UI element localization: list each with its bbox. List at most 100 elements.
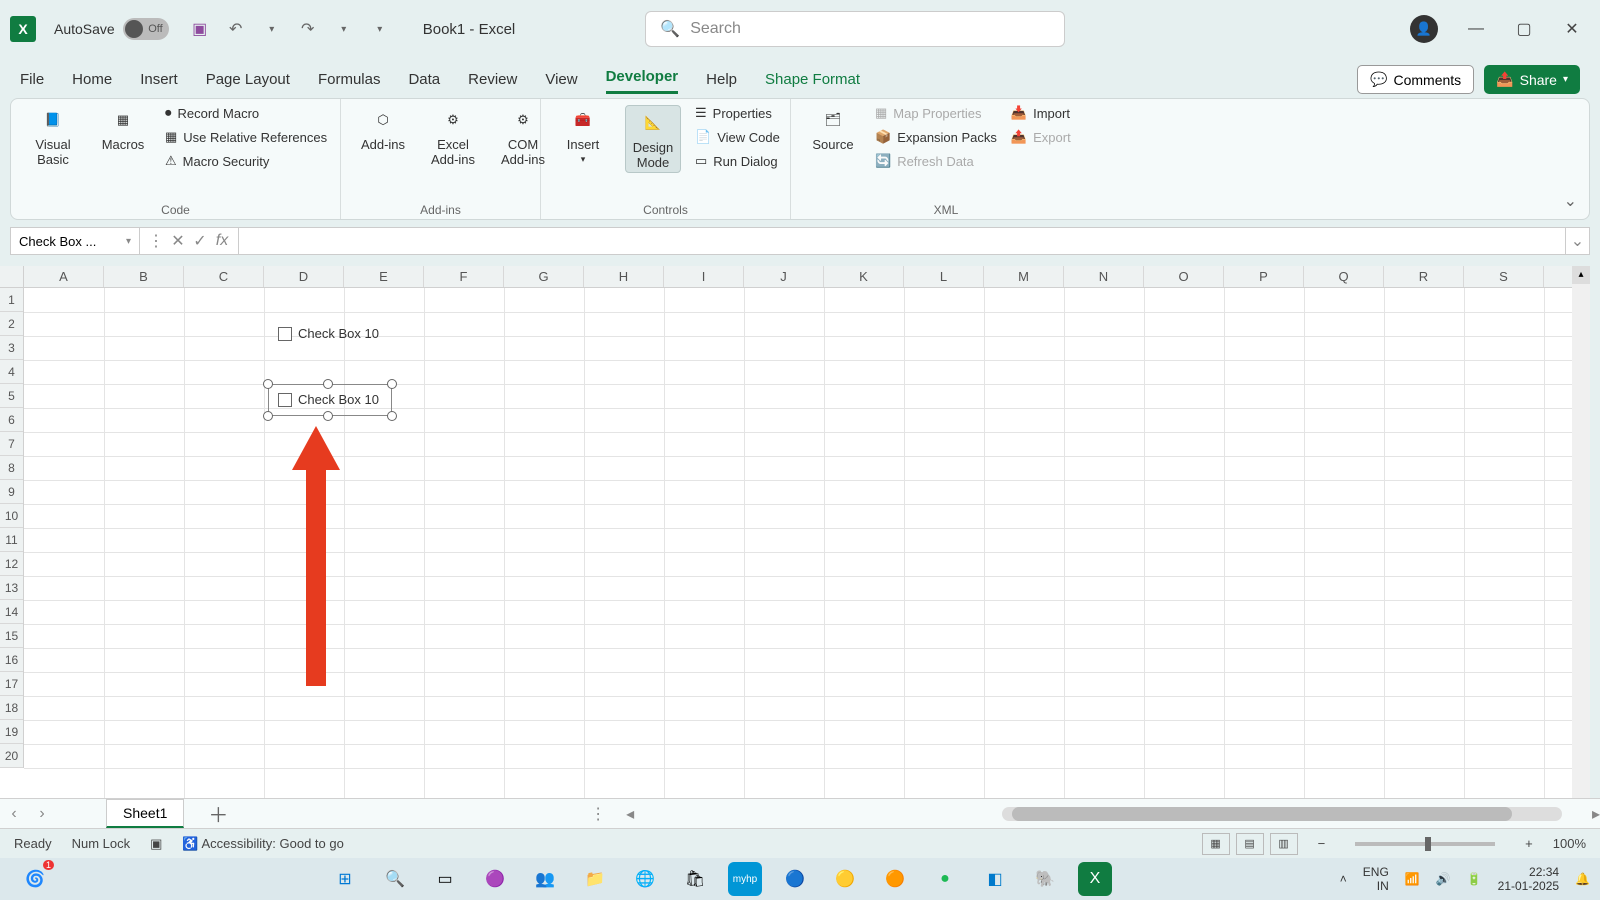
name-box[interactable]: Check Box ...▾ xyxy=(10,227,140,255)
col-header[interactable]: P xyxy=(1224,266,1304,287)
qat-customize-icon[interactable]: ▾ xyxy=(367,16,393,42)
row-header[interactable]: 4 xyxy=(0,360,23,384)
start-button-icon[interactable]: ⊞ xyxy=(328,862,362,896)
edge-icon[interactable]: 🌐 xyxy=(628,862,662,896)
col-header[interactable]: G xyxy=(504,266,584,287)
teams-icon[interactable]: 👥 xyxy=(528,862,562,896)
vscode-icon[interactable]: ◧ xyxy=(978,862,1012,896)
row-header[interactable]: 6 xyxy=(0,408,23,432)
row-header[interactable]: 10 xyxy=(0,504,23,528)
chrome-canary-icon[interactable]: 🟠 xyxy=(878,862,912,896)
resize-handle[interactable] xyxy=(263,379,273,389)
insert-control-button[interactable]: 🧰Insert▾ xyxy=(555,105,611,165)
visual-basic-button[interactable]: 📘Visual Basic xyxy=(25,105,81,167)
col-header[interactable]: J xyxy=(744,266,824,287)
col-header[interactable]: O xyxy=(1144,266,1224,287)
col-header[interactable]: H xyxy=(584,266,664,287)
search-input[interactable]: 🔍 Search xyxy=(645,11,1065,47)
comments-button[interactable]: 💬Comments xyxy=(1357,65,1474,94)
col-header[interactable]: D xyxy=(264,266,344,287)
row-header[interactable]: 9 xyxy=(0,480,23,504)
row-header[interactable]: 2 xyxy=(0,312,23,336)
row-header[interactable]: 14 xyxy=(0,600,23,624)
user-avatar-icon[interactable]: 👤 xyxy=(1410,15,1438,43)
sheet-nav-next[interactable]: › xyxy=(28,805,56,823)
hscroll-right-icon[interactable]: ▸ xyxy=(1592,804,1600,824)
macro-security-button[interactable]: ⚠Macro Security xyxy=(165,153,327,169)
col-header[interactable]: R xyxy=(1384,266,1464,287)
sheet-nav-prev[interactable]: ‹ xyxy=(0,805,28,823)
row-header[interactable]: 17 xyxy=(0,672,23,696)
zoom-in-button[interactable]: + xyxy=(1525,836,1533,851)
tab-home[interactable]: Home xyxy=(72,71,112,94)
expand-formula-bar-icon[interactable]: ⌄ xyxy=(1566,227,1590,255)
macros-button[interactable]: ▦Macros xyxy=(95,105,151,152)
myhp-icon[interactable]: myhp xyxy=(728,862,762,896)
row-header[interactable]: 13 xyxy=(0,576,23,600)
row-header[interactable]: 15 xyxy=(0,624,23,648)
properties-button[interactable]: ☰Properties xyxy=(695,105,780,121)
row-header[interactable]: 5 xyxy=(0,384,23,408)
tab-view[interactable]: View xyxy=(545,71,577,94)
save-icon[interactable]: ▣ xyxy=(187,16,213,42)
resize-handle[interactable] xyxy=(323,379,333,389)
tab-help[interactable]: Help xyxy=(706,71,737,94)
accessibility-status[interactable]: ♿ Accessibility: Good to go xyxy=(182,836,343,852)
add-sheet-button[interactable]: ＋ xyxy=(208,799,228,828)
zoom-out-button[interactable]: − xyxy=(1318,836,1326,851)
maximize-button[interactable]: ▢ xyxy=(1514,19,1534,39)
row-header[interactable]: 7 xyxy=(0,432,23,456)
col-header[interactable]: F xyxy=(424,266,504,287)
col-header[interactable]: A xyxy=(24,266,104,287)
use-relative-references-button[interactable]: ▦Use Relative References xyxy=(165,129,327,145)
close-button[interactable]: ✕ xyxy=(1562,19,1582,39)
row-header[interactable]: 1 xyxy=(0,288,23,312)
chevron-down-icon[interactable]: ▾ xyxy=(126,236,131,247)
run-dialog-button[interactable]: ▭Run Dialog xyxy=(695,153,780,169)
tab-page-layout[interactable]: Page Layout xyxy=(206,71,290,94)
tab-insert[interactable]: Insert xyxy=(140,71,178,94)
redo-icon[interactable]: ↷ xyxy=(295,16,321,42)
tab-developer[interactable]: Developer xyxy=(606,68,679,94)
row-header[interactable]: 16 xyxy=(0,648,23,672)
design-mode-button[interactable]: 📐Design Mode xyxy=(625,105,681,173)
copilot-icon[interactable]: 🟣 xyxy=(478,862,512,896)
pgadmin-icon[interactable]: 🐘 xyxy=(1028,862,1062,896)
col-header[interactable]: B xyxy=(104,266,184,287)
horizontal-scrollbar[interactable] xyxy=(1002,807,1562,821)
weather-widget-icon[interactable]: 🌀1 xyxy=(18,862,52,896)
app-icon[interactable]: 🔵 xyxy=(778,862,812,896)
col-header[interactable]: C xyxy=(184,266,264,287)
view-code-button[interactable]: 📄View Code xyxy=(695,129,780,145)
col-header[interactable]: Q xyxy=(1304,266,1384,287)
excel-taskbar-icon[interactable]: X xyxy=(1078,862,1112,896)
page-break-view-button[interactable]: ▥ xyxy=(1270,833,1298,855)
addins-button[interactable]: ⬡Add-ins xyxy=(355,105,411,152)
row-header[interactable]: 18 xyxy=(0,696,23,720)
minimize-button[interactable]: — xyxy=(1466,19,1486,39)
checkbox-control-2[interactable]: Check Box 10 xyxy=(278,392,379,407)
col-header[interactable]: M xyxy=(984,266,1064,287)
checkbox-control-1[interactable]: Check Box 10 xyxy=(278,326,379,341)
tab-formulas[interactable]: Formulas xyxy=(318,71,381,94)
row-header[interactable]: 11 xyxy=(0,528,23,552)
spreadsheet-grid[interactable]: ABCDEFGHIJKLMNOPQRS 12345678910111213141… xyxy=(0,266,1590,798)
checkbox-icon[interactable] xyxy=(278,393,292,407)
scroll-up-icon[interactable]: ▴ xyxy=(1572,266,1590,284)
col-header[interactable]: S xyxy=(1464,266,1544,287)
battery-icon[interactable]: 🔋 xyxy=(1467,872,1482,886)
col-header[interactable]: K xyxy=(824,266,904,287)
source-button[interactable]: 🗂Source xyxy=(805,105,861,152)
sheet-options-icon[interactable]: ⋮ xyxy=(590,804,606,824)
normal-view-button[interactable]: ▦ xyxy=(1202,833,1230,855)
clock[interactable]: 22:3421-01-2025 xyxy=(1498,865,1559,894)
record-macro-button[interactable]: ⏺Record Macro xyxy=(165,105,327,121)
share-button[interactable]: 📤Share▾ xyxy=(1484,65,1580,94)
row-header[interactable]: 12 xyxy=(0,552,23,576)
notifications-icon[interactable]: 🔔 xyxy=(1575,872,1590,886)
undo-dropdown-icon[interactable]: ▾ xyxy=(259,16,285,42)
select-all-corner[interactable] xyxy=(0,266,24,288)
col-header[interactable]: L xyxy=(904,266,984,287)
page-layout-view-button[interactable]: ▤ xyxy=(1236,833,1264,855)
tray-chevron-icon[interactable]: ˄ xyxy=(1340,872,1347,886)
